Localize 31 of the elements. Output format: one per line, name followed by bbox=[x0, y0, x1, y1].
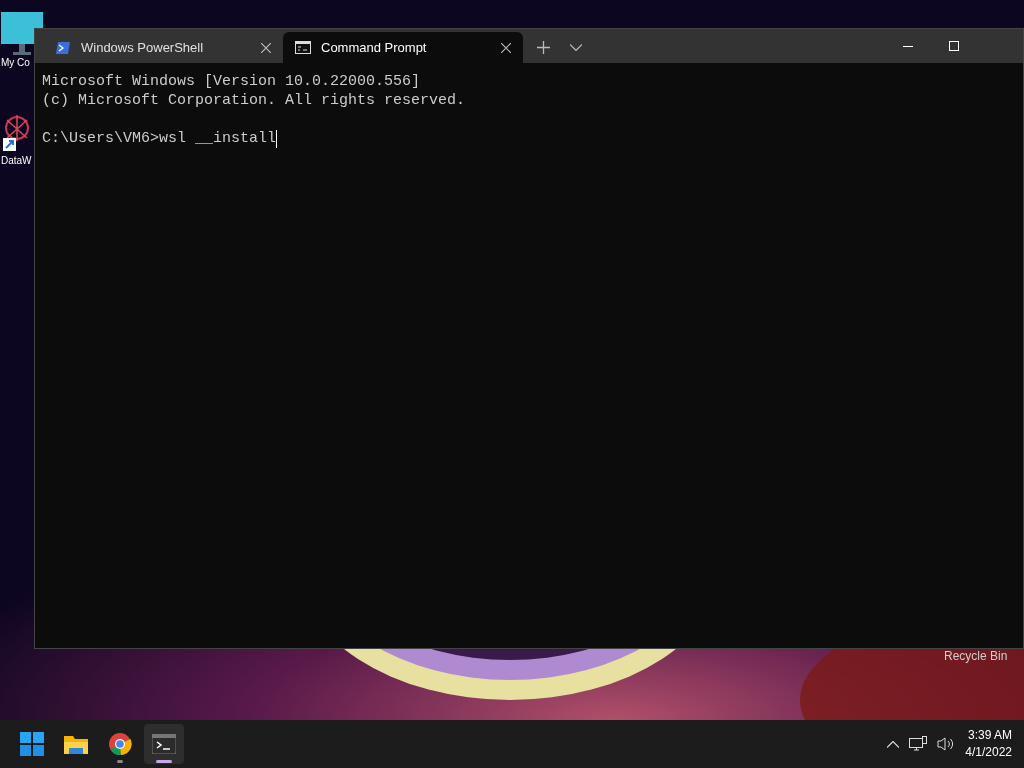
network-icon[interactable] bbox=[909, 736, 928, 752]
windows-logo-icon bbox=[20, 732, 44, 756]
plus-icon[interactable] bbox=[537, 41, 550, 54]
close-icon[interactable] bbox=[261, 42, 271, 53]
desktop-icon-label: DataW bbox=[1, 154, 32, 167]
console-line: C:\Users\VM6>wsl __install bbox=[42, 129, 277, 148]
terminal-icon bbox=[152, 734, 176, 754]
console-line: (c) Microsoft Corporation. All rights reserved. bbox=[42, 91, 467, 110]
maximize-icon[interactable] bbox=[949, 41, 959, 51]
monitor-icon bbox=[1, 12, 43, 56]
console-icon bbox=[295, 41, 311, 54]
desktop-icon-label: My Co bbox=[1, 56, 30, 69]
chevron-up-icon[interactable] bbox=[887, 740, 900, 748]
console-line: Microsoft Windows [Version 10.0.22000.556] bbox=[42, 72, 422, 91]
tab[interactable]: Command Prompt bbox=[283, 32, 523, 63]
running-indicator bbox=[156, 760, 172, 763]
tab-title: Windows PowerShell bbox=[81, 38, 205, 57]
folder-icon bbox=[63, 733, 89, 755]
volume-icon[interactable] bbox=[937, 736, 956, 752]
close-icon[interactable] bbox=[501, 42, 511, 53]
clock-date: 4/1/2022 bbox=[965, 744, 1012, 761]
chrome-icon bbox=[108, 732, 132, 756]
clock-time: 3:39 AM bbox=[967, 727, 1012, 744]
desktop-icon-label: Recycle Bin bbox=[944, 648, 1008, 665]
minimize-icon[interactable] bbox=[903, 45, 913, 47]
chevron-down-icon[interactable] bbox=[570, 44, 582, 51]
taskbar-app[interactable] bbox=[144, 724, 184, 764]
running-indicator bbox=[117, 760, 123, 763]
tab[interactable]: Windows PowerShell bbox=[43, 32, 283, 63]
tab-title: Command Prompt bbox=[321, 38, 428, 57]
powershell-icon bbox=[55, 40, 71, 55]
